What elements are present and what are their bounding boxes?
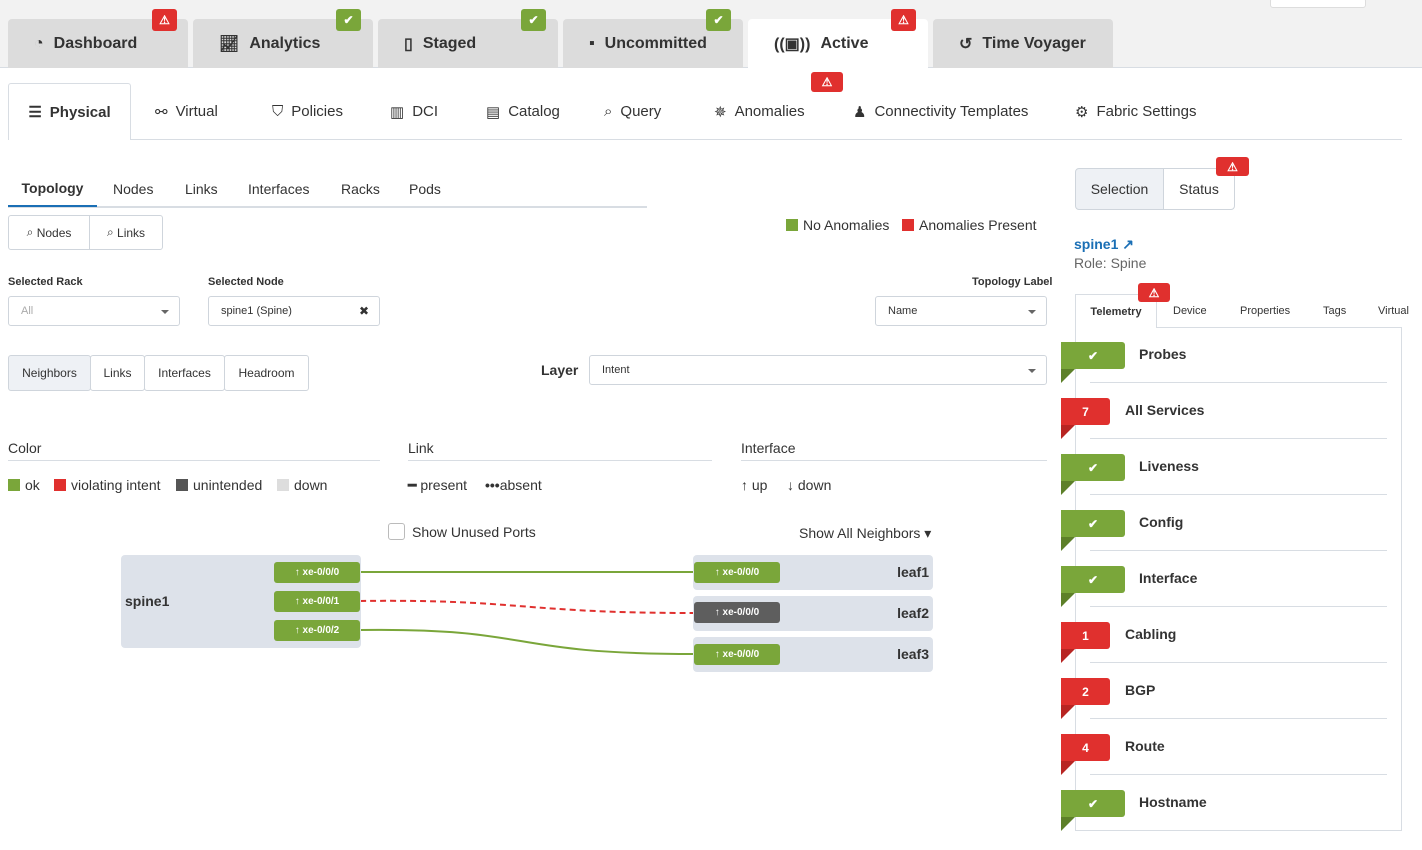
telemetry-status-flag: ✔ — [1061, 790, 1125, 817]
link-spine1-leaf2 — [359, 599, 696, 614]
detail-tab-device[interactable]: Device — [1173, 305, 1207, 317]
telemetry-item[interactable]: Liveness — [1139, 458, 1199, 474]
flag-fold — [1061, 649, 1075, 663]
detail-tab-virtual[interactable]: Virtual — [1378, 305, 1409, 317]
external-link-icon: ↗ — [1122, 236, 1134, 252]
node-link[interactable]: spine1 ↗ — [1074, 236, 1134, 253]
flag-fold — [1061, 593, 1075, 607]
link-spine1-leaf3 — [359, 628, 696, 655]
spine-port-1[interactable]: ↑ xe-0/0/1 — [274, 591, 360, 612]
node-role: Role: Spine — [1074, 255, 1147, 271]
telemetry-item[interactable]: Config — [1139, 514, 1183, 530]
detail-tab-tags[interactable]: Tags — [1323, 305, 1346, 317]
flag-fold — [1061, 481, 1075, 495]
check-circle-icon: ✔ — [1087, 796, 1099, 811]
detail-tab-properties[interactable]: Properties — [1240, 305, 1290, 317]
check-circle-icon: ✔ — [1087, 516, 1099, 531]
leaf3-port[interactable]: ↑ xe-0/0/0 — [694, 644, 780, 665]
telemetry-item[interactable]: Probes — [1139, 346, 1186, 362]
flag-fold — [1061, 705, 1075, 719]
check-circle-icon: ✔ — [1087, 460, 1099, 475]
leaf1-port[interactable]: ↑ xe-0/0/0 — [694, 562, 780, 583]
telemetry-status-flag: ✔ — [1061, 510, 1125, 537]
telemetry-item[interactable]: Interface — [1139, 570, 1197, 586]
flag-fold — [1061, 537, 1075, 551]
spine-port-0[interactable]: ↑ xe-0/0/0 — [274, 562, 360, 583]
flag-fold — [1061, 425, 1075, 439]
leaf2-port[interactable]: ↑ xe-0/0/0 — [694, 602, 780, 623]
telemetry-status-flag: 4 — [1061, 734, 1110, 761]
check-circle-icon: ✔ — [1087, 572, 1099, 587]
flag-fold — [1061, 761, 1075, 775]
telemetry-status-flag: 2 — [1061, 678, 1110, 705]
telemetry-item[interactable]: All Services — [1125, 402, 1204, 418]
spine-port-2[interactable]: ↑ xe-0/0/2 — [274, 620, 360, 641]
warning-icon: ⚠ — [1138, 283, 1170, 302]
telemetry-item[interactable]: Cabling — [1125, 626, 1176, 642]
warning-icon: ⚠ — [1216, 157, 1249, 176]
telemetry-status-flag: 1 — [1061, 622, 1110, 649]
telemetry-status-flag: 7 — [1061, 398, 1110, 425]
flag-fold — [1061, 817, 1075, 831]
tab-selection[interactable]: Selection — [1075, 168, 1164, 210]
telemetry-item[interactable]: Hostname — [1139, 794, 1207, 810]
flag-fold — [1061, 369, 1075, 383]
telemetry-status-flag: ✔ — [1061, 566, 1125, 593]
telemetry-item[interactable]: Route — [1125, 738, 1165, 754]
telemetry-status-flag: ✔ — [1061, 454, 1125, 481]
check-circle-icon: ✔ — [1087, 348, 1099, 363]
telemetry-status-flag: ✔ — [1061, 342, 1125, 369]
telemetry-item[interactable]: BGP — [1125, 682, 1155, 698]
